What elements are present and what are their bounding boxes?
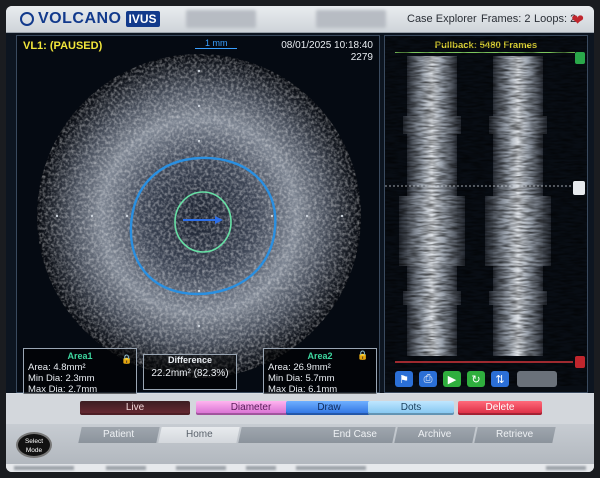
loop-icon: ↻ <box>471 373 481 386</box>
delete-button[interactable]: Delete <box>458 401 542 415</box>
ivus-image <box>37 54 361 378</box>
select-mode-label-2: Mode <box>25 447 43 454</box>
main-area: VL1: (PAUSED) 1 mm 08/01/2025 10:18:40 2… <box>6 33 594 398</box>
longitudinal-image <box>385 56 587 363</box>
footer-text-blurred <box>176 466 226 470</box>
dots-button[interactable]: Dots <box>368 401 454 415</box>
footer-text-blurred <box>14 466 74 470</box>
area1-min-dia: Min Dia: 2.3mm <box>28 373 95 384</box>
volcano-logo: VOLCANO IVUS <box>20 10 160 28</box>
volcano-logo-icon <box>20 12 34 26</box>
play-button[interactable]: ▶ <box>443 371 461 387</box>
header-bar: VOLCANO IVUS Case Explorer Frames: 2 Loo… <box>6 6 594 33</box>
tab-patient[interactable]: Patient <box>78 427 160 443</box>
frame-number: 2279 <box>350 52 373 63</box>
footer-text-blurred <box>546 466 586 470</box>
case-explorer-link[interactable]: Case Explorer <box>407 13 477 25</box>
tab-retrieve[interactable]: Retrieve <box>474 427 556 443</box>
draw-button[interactable]: Draw <box>286 401 372 415</box>
cross-section-view[interactable]: VL1: (PAUSED) 1 mm 08/01/2025 10:18:40 2… <box>16 35 380 398</box>
area1-title: Area1 <box>67 351 93 361</box>
area2-lock-icon[interactable]: 🔒 <box>357 350 368 361</box>
select-mode-label: Select <box>24 438 44 445</box>
scale-bar <box>195 48 237 49</box>
difference-measurement: Difference 22.2mm² (82.3%) <box>143 354 237 390</box>
pullback-start-handle[interactable] <box>575 52 585 64</box>
tab-patient-label: Patient <box>103 429 135 440</box>
sync-icon: ⇅ <box>495 373 505 386</box>
ivus-screen: VOLCANO IVUS Case Explorer Frames: 2 Loo… <box>6 6 594 472</box>
difference-value: 22.2mm² (82.3%) <box>151 368 229 379</box>
speckle-texture <box>37 54 361 378</box>
scale-label: 1 mm <box>205 38 228 48</box>
area2-min-dia: Min Dia: 5.7mm <box>268 373 335 384</box>
footer-text-blurred <box>246 466 276 470</box>
logo-text: VOLCANO <box>38 10 122 27</box>
footer-text-blurred <box>106 466 146 470</box>
play-icon: ▶ <box>447 373 457 386</box>
playback-status: VL1: (PAUSED) <box>23 40 103 52</box>
status-footer <box>6 464 594 472</box>
live-button[interactable]: Live <box>80 401 190 415</box>
longitudinal-view[interactable]: Pullback: 5480 Frames ⚑ ⎙ ▶ ↻ ⇅ <box>384 35 588 393</box>
navigation-bar: Select Mode Patient Home End Case Archiv… <box>6 424 594 472</box>
redacted-patient-field <box>186 10 256 28</box>
bookmark-icon: ⚑ <box>399 373 409 386</box>
tab-archive[interactable]: Archive <box>394 427 476 443</box>
redacted-id-field <box>316 10 386 28</box>
logo-badge: IVUS <box>125 11 160 27</box>
tab-end-case-label: End Case <box>333 429 377 440</box>
tab-end-case[interactable]: End Case <box>314 427 396 443</box>
select-mode-button[interactable]: Select Mode <box>16 432 52 458</box>
date-time: 08/01/2025 10:18:40 <box>281 40 373 51</box>
frame-position-handle[interactable] <box>573 181 585 195</box>
frames-count: Frames: 2 <box>481 13 531 25</box>
disabled-control-button <box>517 371 557 387</box>
area1-area: Area: 4.8mm² <box>28 362 86 373</box>
print-icon: ⎙ <box>423 372 433 385</box>
tab-retrieve-label: Retrieve <box>496 429 534 440</box>
timestamp-block: 08/01/2025 10:18:40 2279 <box>281 40 373 64</box>
footer-text-blurred <box>296 466 366 470</box>
tab-home[interactable]: Home <box>158 427 240 443</box>
sync-button[interactable]: ⇅ <box>491 371 509 387</box>
area1-measurement[interactable]: Area1 Area: 4.8mm² Min Dia: 2.3mm Max Di… <box>23 348 137 398</box>
pullback-end-handle[interactable] <box>575 356 585 368</box>
heart-icon[interactable]: ❤ <box>571 11 584 29</box>
loops-count: Loops: 2 <box>534 13 577 25</box>
longitudinal-columns <box>385 56 587 356</box>
area1-lock-icon[interactable]: 🔒 <box>121 354 132 365</box>
bookmark-button[interactable]: ⚑ <box>395 371 413 387</box>
loop-button[interactable]: ↻ <box>467 371 485 387</box>
tab-archive-label: Archive <box>418 429 452 440</box>
measurement-toolbar: Live Diameter Draw Dots Delete <box>6 394 594 424</box>
tab-blank <box>238 427 320 443</box>
print-button[interactable]: ⎙ <box>419 371 437 387</box>
tab-home-label: Home <box>185 429 213 440</box>
difference-title: Difference <box>167 355 212 365</box>
area2-area: Area: 26.9mm² <box>268 362 331 373</box>
